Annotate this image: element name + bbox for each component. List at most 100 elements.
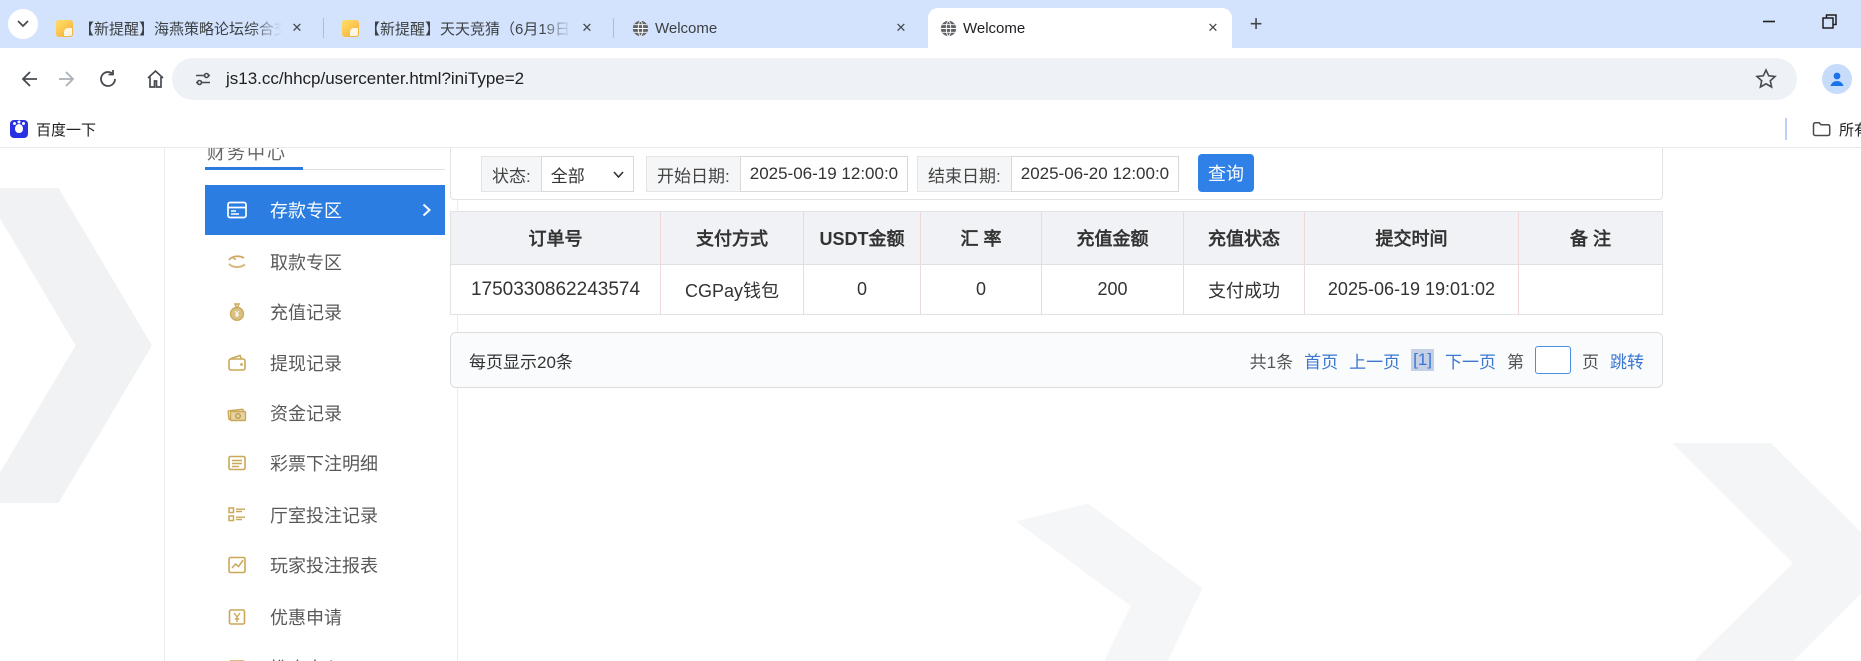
close-icon[interactable]: ✕ — [288, 19, 306, 37]
end-date-box — [1010, 156, 1179, 192]
tab-search-button[interactable] — [8, 9, 38, 39]
all-bookmarks-label: 所有书签 — [1839, 121, 1861, 139]
sidebar-item-withdrawal-records[interactable]: 提现记录 — [205, 338, 445, 388]
bookmark-baidu[interactable]: 百度一下 — [10, 115, 96, 143]
new-tab-button[interactable]: + — [1244, 11, 1268, 36]
address-bar[interactable]: js13.cc/hhcp/usercenter.html?iniType=2 — [172, 58, 1797, 100]
minimize-icon — [1763, 20, 1775, 23]
records-table: 订单号 支付方式 USDT金额 汇 率 充值金额 充值状态 提交时间 备 注 1… — [450, 211, 1663, 315]
restore-button[interactable] — [1812, 6, 1846, 36]
next-page-link[interactable]: 下一页 — [1445, 348, 1496, 373]
folder-icon — [1812, 122, 1831, 137]
list-icon — [228, 455, 246, 471]
jump-prefix-label: 第 — [1507, 352, 1524, 372]
sidebar-item-hall-bet-records[interactable]: 厅室投注记录 — [205, 490, 445, 540]
cell-remark — [1519, 265, 1663, 315]
sidebar-item-withdraw[interactable]: 取款专区 — [205, 237, 445, 287]
col-order-no: 订单号 — [450, 211, 661, 265]
query-button[interactable]: 查询 — [1198, 154, 1254, 192]
moneybag-icon: ¥ — [229, 303, 245, 321]
col-submit-time: 提交时间 — [1305, 211, 1519, 265]
col-status: 充值状态 — [1184, 211, 1305, 265]
table-row: 1750330862243574 CGPay钱包 0 0 200 支付成功 20… — [450, 265, 1663, 315]
start-date-input[interactable] — [749, 164, 898, 184]
baidu-icon — [10, 120, 28, 138]
home-button[interactable] — [139, 63, 171, 95]
back-icon — [21, 71, 37, 87]
sidebar-item-label: 优惠申请 — [270, 608, 342, 628]
sidebar-item-player-bet-report[interactable]: 玩家投注报表 — [205, 540, 445, 590]
sidebar-item-label: 彩票下注明细 — [270, 454, 378, 474]
col-amount: 充值金额 — [1042, 211, 1184, 265]
close-icon[interactable]: ✕ — [892, 19, 910, 37]
profile-avatar[interactable] — [1822, 64, 1852, 94]
status-filter-group: 状态: 全部 — [481, 156, 634, 192]
chevron-down-icon — [17, 20, 29, 28]
tab-forum-2[interactable]: 【新提醒】天天竞猜（6月19日 ✕ — [330, 8, 606, 48]
col-rate: 汇 率 — [921, 211, 1042, 265]
site-info-tune-icon[interactable] — [194, 70, 212, 88]
cell-amount: 200 — [1042, 265, 1184, 315]
jump-go-link[interactable]: 跳转 — [1610, 348, 1644, 373]
sidebar-item-label: 推广中心 — [270, 655, 342, 661]
cell-order-no: 1750330862243574 — [450, 265, 661, 315]
status-select[interactable]: 全部 — [540, 156, 634, 192]
cell-pay-method: CGPay钱包 — [661, 265, 804, 315]
current-page-indicator: [1] — [1411, 349, 1434, 371]
forum-yellow-icon — [342, 19, 359, 37]
forward-icon — [59, 71, 75, 87]
person-icon — [1830, 72, 1844, 86]
col-usdt-amount: USDT金额 — [804, 211, 921, 265]
all-bookmarks-button[interactable]: 所有书签 — [1812, 115, 1861, 143]
sidebar-item-label: 玩家投注报表 — [270, 556, 378, 576]
sidebar-item-label: 充值记录 — [270, 303, 342, 323]
tab-separator — [613, 18, 614, 38]
first-page-link[interactable]: 首页 — [1304, 348, 1338, 373]
sidebar-item-lottery-bets[interactable]: 彩票下注明细 — [205, 438, 445, 488]
end-date-input[interactable] — [1020, 164, 1169, 184]
close-icon[interactable]: ✕ — [1204, 19, 1222, 37]
svg-text:¥: ¥ — [235, 310, 240, 319]
sidebar-item-promo-apply[interactable]: 优惠申请 — [205, 592, 445, 642]
list-squares-icon — [228, 507, 245, 522]
tab-title: Welcome — [655, 19, 718, 37]
bookmark-star-icon[interactable] — [1755, 68, 1777, 90]
deposit-card-icon — [227, 201, 247, 219]
forward-button[interactable] — [52, 63, 84, 95]
tab-welcome-2-active[interactable]: Welcome ✕ — [928, 8, 1232, 48]
page-jump-input[interactable] — [1535, 346, 1571, 374]
restore-icon — [1821, 13, 1837, 29]
sidebar-item-deposit[interactable]: 存款专区 — [205, 185, 445, 235]
sidebar-item-promotion-center[interactable]: 推广中心 — [205, 643, 445, 661]
tab-welcome-1[interactable]: Welcome ✕ — [620, 8, 920, 48]
tab-forum-1[interactable]: 【新提醒】海燕策略论坛综合交 ✕ — [44, 8, 316, 48]
minimize-button[interactable] — [1752, 6, 1786, 36]
status-selected-value: 全部 — [550, 166, 585, 186]
reload-button[interactable] — [92, 63, 124, 95]
prev-page-link[interactable]: 上一页 — [1349, 348, 1400, 373]
jump-suffix-label: 页 — [1582, 352, 1599, 372]
back-button[interactable] — [12, 63, 44, 95]
chevron-right-icon — [422, 203, 431, 217]
bookmarks-bar: 百度一下 所有书签 — [0, 110, 1861, 148]
tab-strip: 【新提醒】海燕策略论坛综合交 ✕ 【新提醒】天天竞猜（6月19日 ✕ Welco… — [0, 0, 1861, 48]
report-chart-icon — [228, 556, 246, 574]
start-date-group: 开始日期: — [646, 156, 908, 192]
reload-icon — [100, 70, 116, 87]
filter-panel: 状态: 全部 开始日期: 结束日期: 查询 — [450, 148, 1663, 200]
home-icon — [146, 69, 164, 88]
close-icon[interactable]: ✕ — [578, 19, 596, 37]
sidebar-title: 财务中心 — [207, 148, 287, 163]
bookmark-label: 百度一下 — [36, 121, 97, 139]
sidebar-item-label: 取款专区 — [270, 253, 342, 273]
withdraw-hand-icon — [228, 255, 246, 269]
watermark-chevron — [1672, 443, 1861, 661]
sidebar-item-fund-records[interactable]: 资金记录 — [205, 388, 445, 438]
sidebar-item-label: 厅室投注记录 — [270, 506, 378, 526]
sidebar-item-deposit-records[interactable]: ¥ 充值记录 — [205, 287, 445, 337]
tab-title: 【新提醒】天天竞猜（6月19日 — [365, 20, 571, 38]
promo-icon — [228, 609, 246, 625]
cell-submit-time: 2025-06-19 19:01:02 — [1305, 265, 1519, 315]
url-text[interactable]: js13.cc/hhcp/usercenter.html?iniType=2 — [226, 69, 524, 89]
promotion-icon — [229, 660, 245, 661]
